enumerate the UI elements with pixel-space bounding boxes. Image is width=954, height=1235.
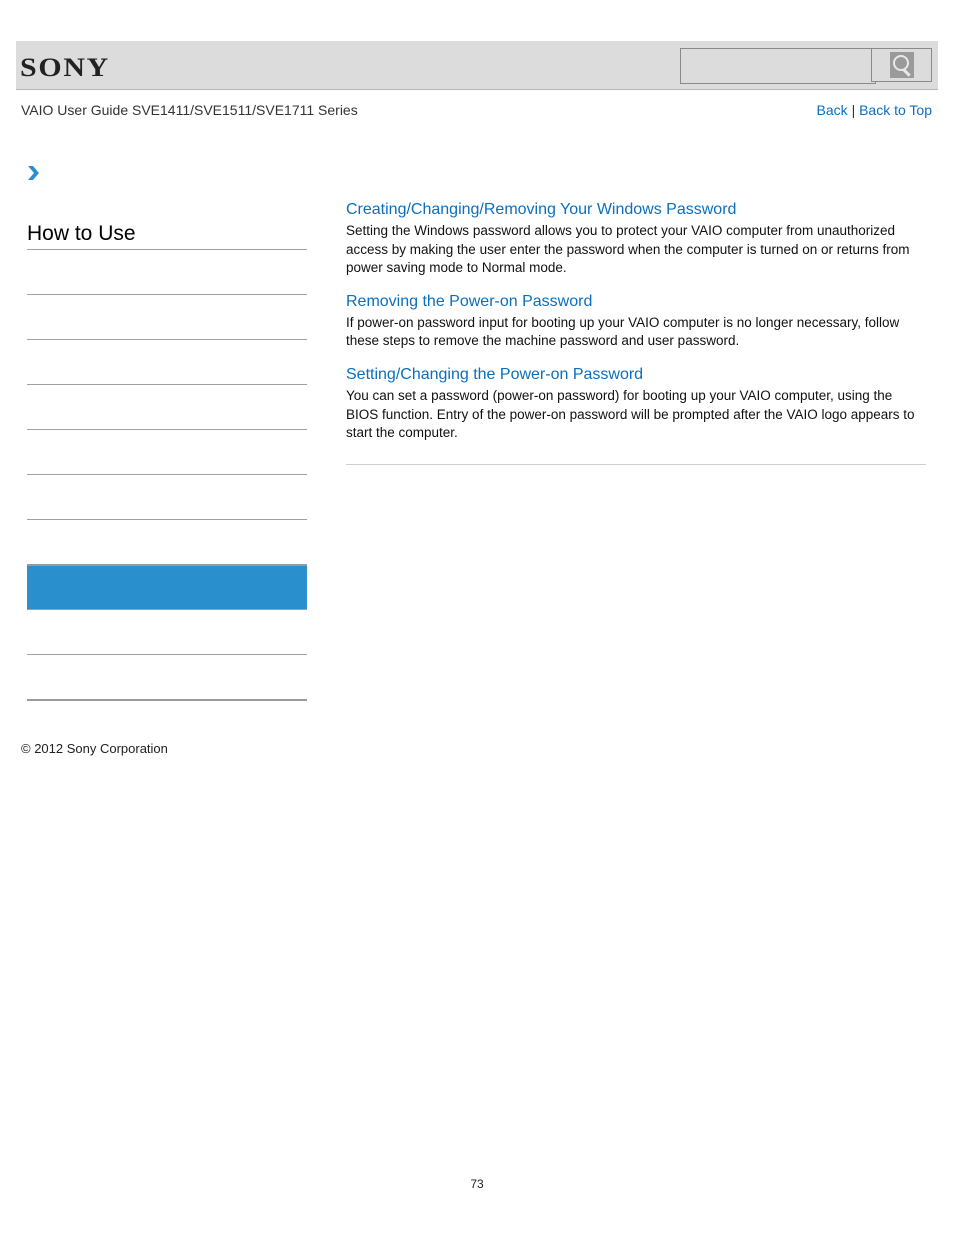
sidebar-item[interactable] xyxy=(27,519,307,564)
page-number: 73 xyxy=(470,1177,484,1191)
sony-logo: SONY xyxy=(20,53,110,82)
top-nav: Back | Back to Top xyxy=(817,102,932,118)
search-input[interactable] xyxy=(680,48,876,84)
search-icon xyxy=(890,52,914,78)
back-to-top-link[interactable]: Back to Top xyxy=(859,102,932,118)
topic-link[interactable]: Creating/Changing/Removing Your Windows … xyxy=(346,200,926,219)
topic-item: Setting/Changing the Power-on Password Y… xyxy=(346,365,926,443)
topic-link[interactable]: Setting/Changing the Power-on Password xyxy=(346,365,926,384)
topic-item: Removing the Power-on Password If power-… xyxy=(346,292,926,351)
copyright: © 2012 Sony Corporation xyxy=(21,741,168,756)
sidebar-item[interactable] xyxy=(27,339,307,384)
sidebar-item[interactable] xyxy=(27,384,307,429)
search-button[interactable] xyxy=(871,48,932,82)
sidebar-item[interactable] xyxy=(27,294,307,339)
topic-item: Creating/Changing/Removing Your Windows … xyxy=(346,200,926,278)
chevron-right-icon[interactable] xyxy=(26,165,40,181)
sidebar-item[interactable] xyxy=(27,609,307,654)
sidebar-item[interactable] xyxy=(27,474,307,519)
sidebar-item[interactable] xyxy=(27,654,307,701)
sidebar-menu xyxy=(27,249,307,701)
topic-description: Setting the Windows password allows you … xyxy=(346,223,910,276)
topic-description: You can set a password (power-on passwor… xyxy=(346,387,915,441)
sidebar-item[interactable] xyxy=(27,249,307,294)
nav-separator: | xyxy=(851,102,856,118)
topic-list: Creating/Changing/Removing Your Windows … xyxy=(346,200,926,457)
sidebar-item-active[interactable] xyxy=(27,564,307,609)
topic-link[interactable]: Removing the Power-on Password xyxy=(346,292,926,311)
content-divider xyxy=(346,464,926,465)
topic-description: If power-on password input for booting u… xyxy=(346,314,900,349)
guide-title: VAIO User Guide SVE1411/SVE1511/SVE1711 … xyxy=(21,102,358,118)
sidebar-item[interactable] xyxy=(27,429,307,474)
back-link[interactable]: Back xyxy=(817,102,848,118)
sidebar-title: How to Use xyxy=(27,222,136,245)
